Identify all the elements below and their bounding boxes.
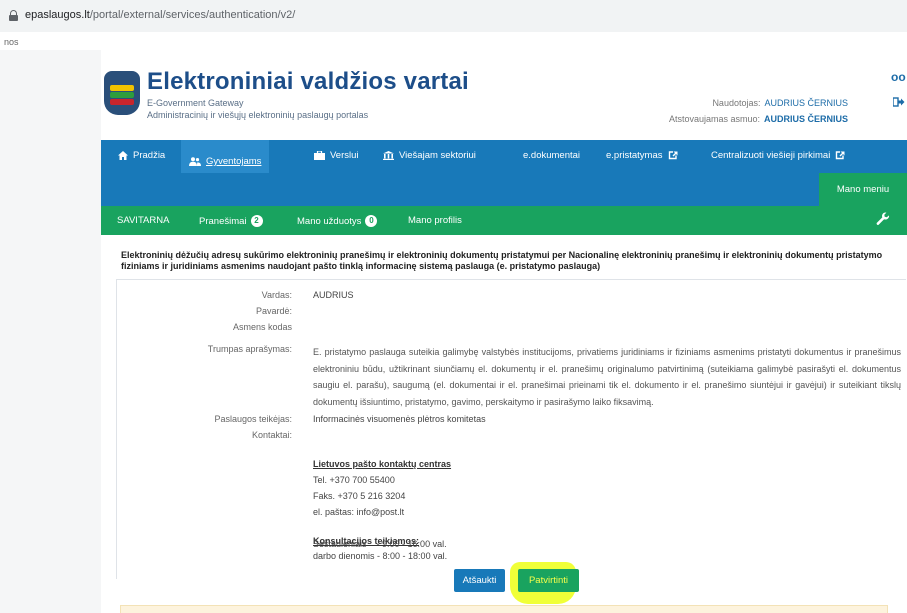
provider-value: Informacinės visuomenės plėtros komiteta… (313, 414, 486, 424)
user-info: Naudotojas: AUDRIUS ČERNIUS (712, 98, 848, 108)
subnav-pranesimai[interactable]: Pranešimai 2 (199, 215, 263, 227)
site-title[interactable]: Elektroniniai valdžios vartai (147, 68, 469, 96)
notice-box (120, 605, 888, 613)
personal-code-label: Asmens kodas (232, 322, 292, 332)
lock-icon (9, 10, 18, 21)
nav-label: Pradžia (133, 150, 166, 161)
subnav-mano-uzduotys[interactable]: Mano užduotys 0 (297, 215, 378, 227)
nav-item-verslui[interactable]: Verslui (314, 150, 359, 161)
self-service-navigation: SAVITARNA Pranešimai 2 Mano užduotys 0 M… (101, 206, 907, 235)
nav-item-gyventojams[interactable]: Gyventojams (181, 140, 270, 173)
subnav-savitarna[interactable]: SAVITARNA (117, 215, 169, 226)
nav-label: Viešajam sektoriui (399, 150, 476, 161)
left-margin (0, 50, 101, 613)
description-text: E. pristatymo paslauga suteikia galimybę… (313, 347, 901, 407)
subnav-label: Mano užduotys (297, 215, 362, 227)
service-title: Elektroninių dėžučių adresų sukūrimo ele… (121, 250, 883, 271)
nav-item-e-pristatymas[interactable]: e.pristatymas (606, 150, 678, 161)
nav-label: e.dokumentai (523, 150, 581, 161)
provider-label: Paslaugos teikėjas: (214, 414, 292, 424)
last-name-label: Pavardė: (255, 306, 292, 316)
user-label: Naudotojas: (712, 98, 761, 108)
nav-item-e-dokumentai[interactable]: e.dokumentai (523, 150, 580, 161)
external-link-icon (668, 151, 677, 160)
confirm-button[interactable]: Patvirtinti (518, 569, 579, 592)
main-navigation: Pradžia Gyventojams Verslui Viešajam sek… (101, 140, 907, 173)
first-name-label: Vardas: (261, 290, 292, 300)
contact-fax: Faks. +370 5 216 3204 (313, 491, 406, 501)
nav-label: Verslui (330, 150, 359, 161)
subnav-mano-profilis[interactable]: Mano profilis (408, 215, 462, 226)
nav-label: Centralizuoti viešieji pirkimai (711, 150, 831, 161)
institution-icon (383, 151, 394, 160)
glasses-icon[interactable]: oo (891, 70, 906, 84)
wrench-icon[interactable] (876, 211, 890, 227)
represented-label: Atstovaujamas asmuo: (668, 114, 760, 124)
first-name-value: AUDRIUS (313, 290, 354, 300)
contacts-label: Kontaktai: (251, 430, 292, 440)
browser-address-bar[interactable]: epaslaugos.lt/portal/external/services/a… (0, 0, 907, 32)
notifications-count-badge: 2 (250, 215, 263, 227)
tasks-count-badge: 0 (365, 215, 378, 227)
subnav-label: Pranešimai (199, 215, 247, 227)
cropped-left-text: nos (4, 37, 19, 47)
mano-meniu-button[interactable]: Mano meniu (819, 173, 907, 206)
site-subtitle-portal: Administracinių ir viešųjų elektroninių … (147, 110, 369, 120)
people-icon (189, 157, 201, 166)
represented-person-info: Atstovaujamas asmuo: AUDRIUS ČERNIUS (669, 114, 848, 124)
subnav-label: Mano profilis (408, 215, 462, 226)
nav-item-centralizuoti-pirkimai[interactable]: Centralizuoti viešieji pirkimai (711, 150, 845, 161)
nav-item-viesajam-sektoriui[interactable]: Viešajam sektoriui (383, 150, 476, 161)
user-name-link[interactable]: AUDRIUS ČERNIUS (764, 98, 848, 108)
contact-phone: Tel. +370 700 55400 (313, 475, 395, 485)
nav-label: Gyventojams (206, 156, 262, 167)
external-link-icon (836, 151, 845, 160)
briefcase-icon (314, 151, 325, 160)
weekday-hours: darbo dienomis - 8:00 - 18:00 val. (313, 551, 448, 561)
home-icon (118, 151, 128, 160)
navigation-spacer (101, 173, 907, 206)
nav-item-pradzia[interactable]: Pradžia (118, 150, 165, 161)
subnav-label: SAVITARNA (117, 215, 170, 226)
represented-name-link[interactable]: AUDRIUS ČERNIUS (764, 114, 848, 124)
site-subtitle-english: E-Government Gateway (147, 98, 244, 108)
contact-center-title: Lietuvos pašto kontaktų centras (313, 459, 452, 469)
logout-icon[interactable] (893, 97, 905, 107)
saturday-hours: Šeštadieniais - 9:00 - 16:00 val. (313, 539, 447, 549)
nav-label: e.pristatymas (606, 150, 663, 161)
government-logo-icon[interactable] (104, 71, 140, 115)
cancel-button[interactable]: Atšaukti (454, 569, 505, 592)
url-text[interactable]: epaslaugos.lt/portal/external/services/a… (25, 9, 295, 21)
description-label: Trumpas aprašymas: (207, 344, 292, 354)
contact-email: el. paštas: info@post.lt (313, 507, 405, 517)
